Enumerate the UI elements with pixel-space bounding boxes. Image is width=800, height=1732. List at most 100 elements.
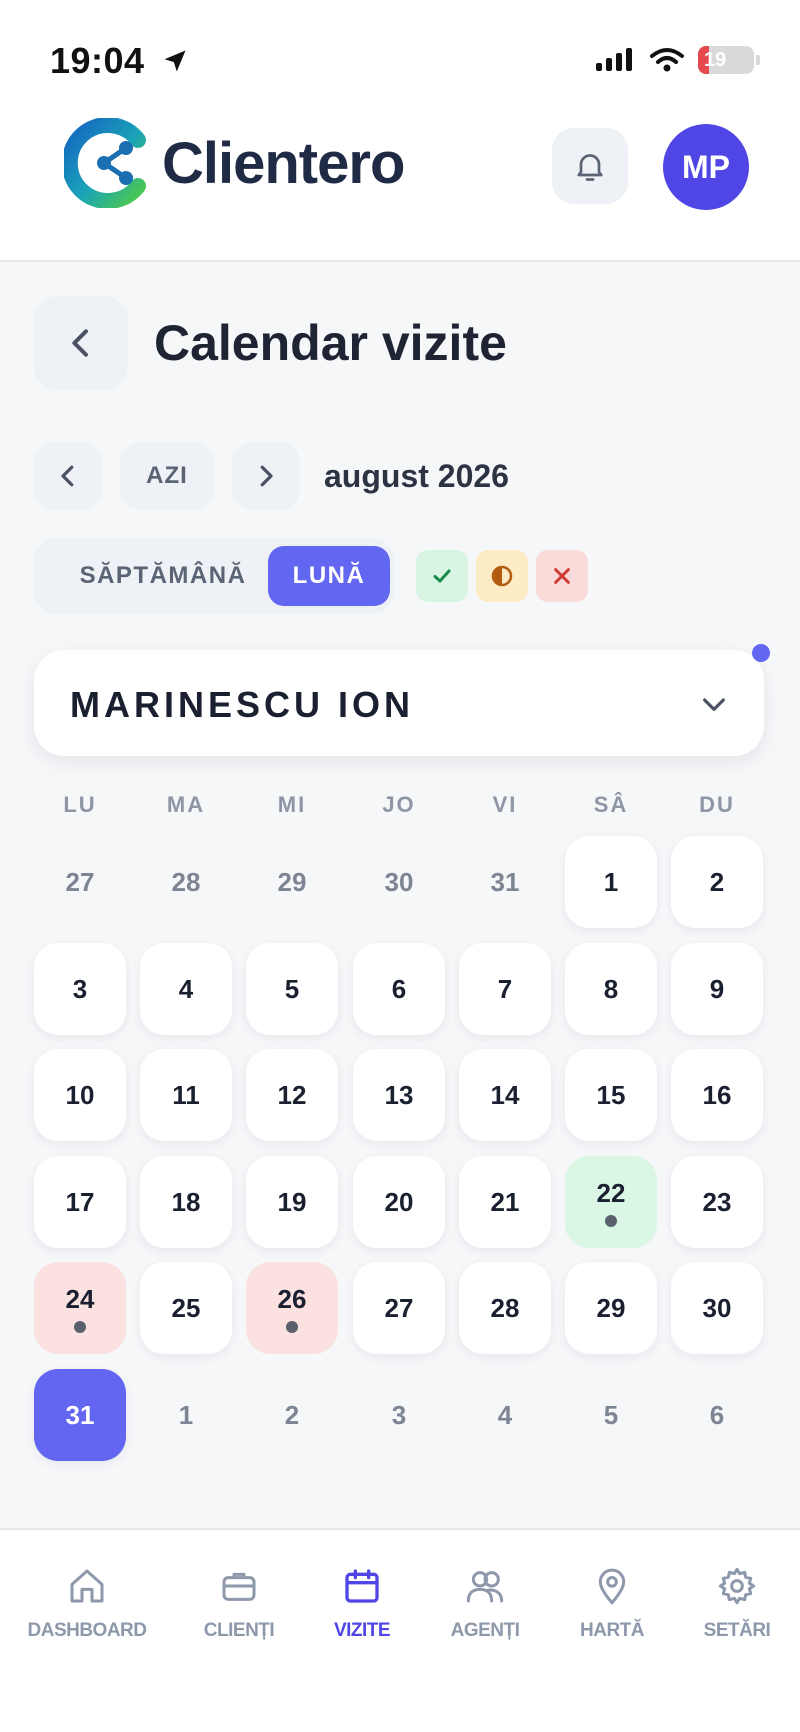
calendar-day-number: 2	[284, 1399, 300, 1430]
today-button[interactable]: AZI	[120, 442, 214, 510]
calendar-day[interactable]: 18	[140, 1156, 232, 1248]
filter-cancelled-button[interactable]	[536, 550, 588, 602]
calendar-day[interactable]: 24	[34, 1262, 126, 1354]
calendar-day[interactable]: 19	[246, 1156, 338, 1248]
nav-item-agenti[interactable]: AGENȚI	[420, 1566, 550, 1642]
calendar-day-number: 16	[702, 1079, 732, 1110]
weekday-label: VI	[492, 792, 518, 817]
calendar-day-today[interactable]: 31	[34, 1369, 126, 1461]
back-button[interactable]	[34, 296, 128, 390]
calendar-day[interactable]: 13	[353, 1049, 445, 1141]
calendar-day[interactable]: 29	[565, 1262, 657, 1354]
calendar-day[interactable]: 1	[565, 836, 657, 928]
calendar-day-number: 3	[72, 973, 88, 1004]
calendar-day-number: 19	[277, 1186, 307, 1217]
calendar-day-number: 11	[172, 1079, 200, 1110]
calendar-day[interactable]: 3	[34, 943, 126, 1035]
calendar-day[interactable]: 9	[671, 943, 763, 1035]
filter-partial-button[interactable]	[476, 550, 528, 602]
home-icon	[70, 1569, 104, 1603]
calendar-icon	[345, 1569, 379, 1603]
calendar-day-number: 24	[65, 1283, 95, 1314]
calendar-day-outside-month[interactable]: 6	[671, 1369, 763, 1461]
nav-item-clienti[interactable]: CLIENȚI	[174, 1566, 304, 1642]
gear-icon	[718, 1567, 756, 1605]
chevron-left-icon	[61, 465, 74, 487]
chevron-down-icon	[703, 698, 725, 711]
calendar-day[interactable]: 8	[565, 943, 657, 1035]
notifications-button[interactable]	[552, 128, 628, 204]
chevron-right-icon	[260, 465, 273, 487]
calendar-day[interactable]: 5	[246, 943, 338, 1035]
month-view-button[interactable]: LUNĂ	[268, 546, 390, 606]
calendar-day[interactable]: 12	[246, 1049, 338, 1141]
battery-indicator: 19	[698, 46, 754, 74]
user-avatar[interactable]: MP	[663, 124, 749, 210]
nav-item-vizite[interactable]: VIZITE	[297, 1566, 427, 1642]
calendar-day[interactable]: 27	[353, 1262, 445, 1354]
status-icons: 19	[596, 46, 760, 74]
calendar-day-number: 2	[709, 866, 725, 897]
calendar-day-number: 26	[277, 1283, 307, 1314]
calendar-day-number: 31	[65, 1399, 95, 1430]
calendar-day-number: 22	[596, 1177, 626, 1208]
calendar-day-outside-month[interactable]: 28	[140, 836, 232, 928]
calendar-day-outside-month[interactable]: 2	[246, 1369, 338, 1461]
calendar-day[interactable]: 23	[671, 1156, 763, 1248]
calendar-day[interactable]: 6	[353, 943, 445, 1035]
view-toggle: SĂPTĂMÂNĂ LUNĂ	[34, 538, 394, 614]
calendar-day[interactable]: 20	[353, 1156, 445, 1248]
calendar-day[interactable]: 25	[140, 1262, 232, 1354]
chevron-left-icon	[72, 329, 88, 357]
calendar-day-number: 18	[171, 1186, 201, 1217]
agent-select[interactable]: MARINESCU ION	[34, 650, 764, 756]
calendar-day-outside-month[interactable]: 27	[34, 836, 126, 928]
calendar-day-outside-month[interactable]: 5	[565, 1369, 657, 1461]
calendar-day[interactable]: 4	[140, 943, 232, 1035]
next-month-button[interactable]	[232, 442, 300, 510]
calendar-day-number: 4	[178, 973, 194, 1004]
weekday-label: DU	[699, 792, 735, 817]
weekday-label: SÂ	[593, 792, 629, 817]
app-logo[interactable]: Clientero	[64, 118, 405, 208]
agent-indicator-dot	[752, 644, 770, 662]
calendar-day[interactable]: 22	[565, 1156, 657, 1248]
calendar-day[interactable]: 7	[459, 943, 551, 1035]
calendar-day-number: 9	[709, 973, 725, 1004]
calendar-day[interactable]: 2	[671, 836, 763, 928]
calendar-day-outside-month[interactable]: 31	[459, 836, 551, 928]
week-view-button[interactable]: SĂPTĂMÂNĂ	[52, 546, 274, 606]
calendar-day-outside-month[interactable]: 4	[459, 1369, 551, 1461]
calendar-day[interactable]: 26	[246, 1262, 338, 1354]
calendar-day-number: 29	[596, 1292, 626, 1323]
calendar-day-number: 7	[497, 973, 513, 1004]
calendar-day-number: 27	[384, 1292, 414, 1323]
calendar-day[interactable]: 30	[671, 1262, 763, 1354]
briefcase-icon	[222, 1572, 256, 1601]
calendar-day-number: 27	[65, 866, 95, 897]
calendar-day[interactable]: 28	[459, 1262, 551, 1354]
calendar-day[interactable]: 17	[34, 1156, 126, 1248]
calendar-day[interactable]: 21	[459, 1156, 551, 1248]
calendar-day-outside-month[interactable]: 1	[140, 1369, 232, 1461]
calendar-day[interactable]: 11	[140, 1049, 232, 1141]
calendar-day[interactable]: 10	[34, 1049, 126, 1141]
calendar-day-number: 6	[391, 973, 407, 1004]
nav-item-setari[interactable]: SETĂRI	[672, 1566, 800, 1642]
calendar-day[interactable]: 14	[459, 1049, 551, 1141]
nav-item-dashboard[interactable]: DASHBOARD	[22, 1566, 152, 1642]
calendar-day-outside-month[interactable]: 3	[353, 1369, 445, 1461]
weekday-label: JO	[382, 792, 416, 817]
calendar-day-outside-month[interactable]: 29	[246, 836, 338, 928]
calendar-day-number: 15	[596, 1079, 626, 1110]
filter-completed-button[interactable]	[416, 550, 468, 602]
nav-item-harta[interactable]: HARTĂ	[547, 1566, 677, 1642]
calendar-day[interactable]: 15	[565, 1049, 657, 1141]
calendar-day-outside-month[interactable]: 30	[353, 836, 445, 928]
calendar-day-number: 12	[277, 1079, 307, 1110]
page-title: Calendar vizite	[154, 315, 507, 371]
map-pin-icon	[598, 1568, 626, 1605]
status-bar: 19:04 19	[0, 0, 800, 81]
calendar-day[interactable]: 16	[671, 1049, 763, 1141]
previous-month-button[interactable]	[34, 442, 102, 510]
